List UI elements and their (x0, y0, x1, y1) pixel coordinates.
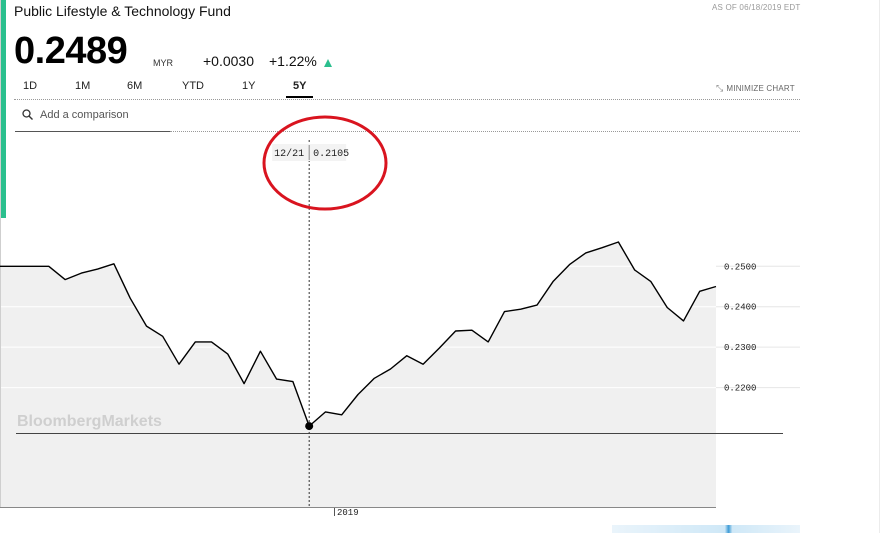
price-chart[interactable]: 0.2200 0.2300 0.2400 0.2500 12/21 0.2105 2019 B… (0, 0, 880, 533)
footer-strip (612, 525, 800, 533)
area-fill (0, 242, 716, 507)
y-tick-label: 0.2500 (724, 262, 756, 272)
highlighted-point (305, 422, 314, 431)
tooltip-date: 12/21 (274, 148, 304, 160)
tooltip-value: 0.2105 (313, 149, 349, 160)
x-tick-label: 2019 (337, 508, 359, 518)
watermark: BloombergMarkets (17, 413, 162, 430)
y-tick-label: 0.2200 (724, 384, 756, 394)
y-tick-label: 0.2300 (724, 343, 756, 353)
y-tick-label: 0.2400 (724, 303, 756, 313)
annotation-circle (262, 115, 388, 211)
